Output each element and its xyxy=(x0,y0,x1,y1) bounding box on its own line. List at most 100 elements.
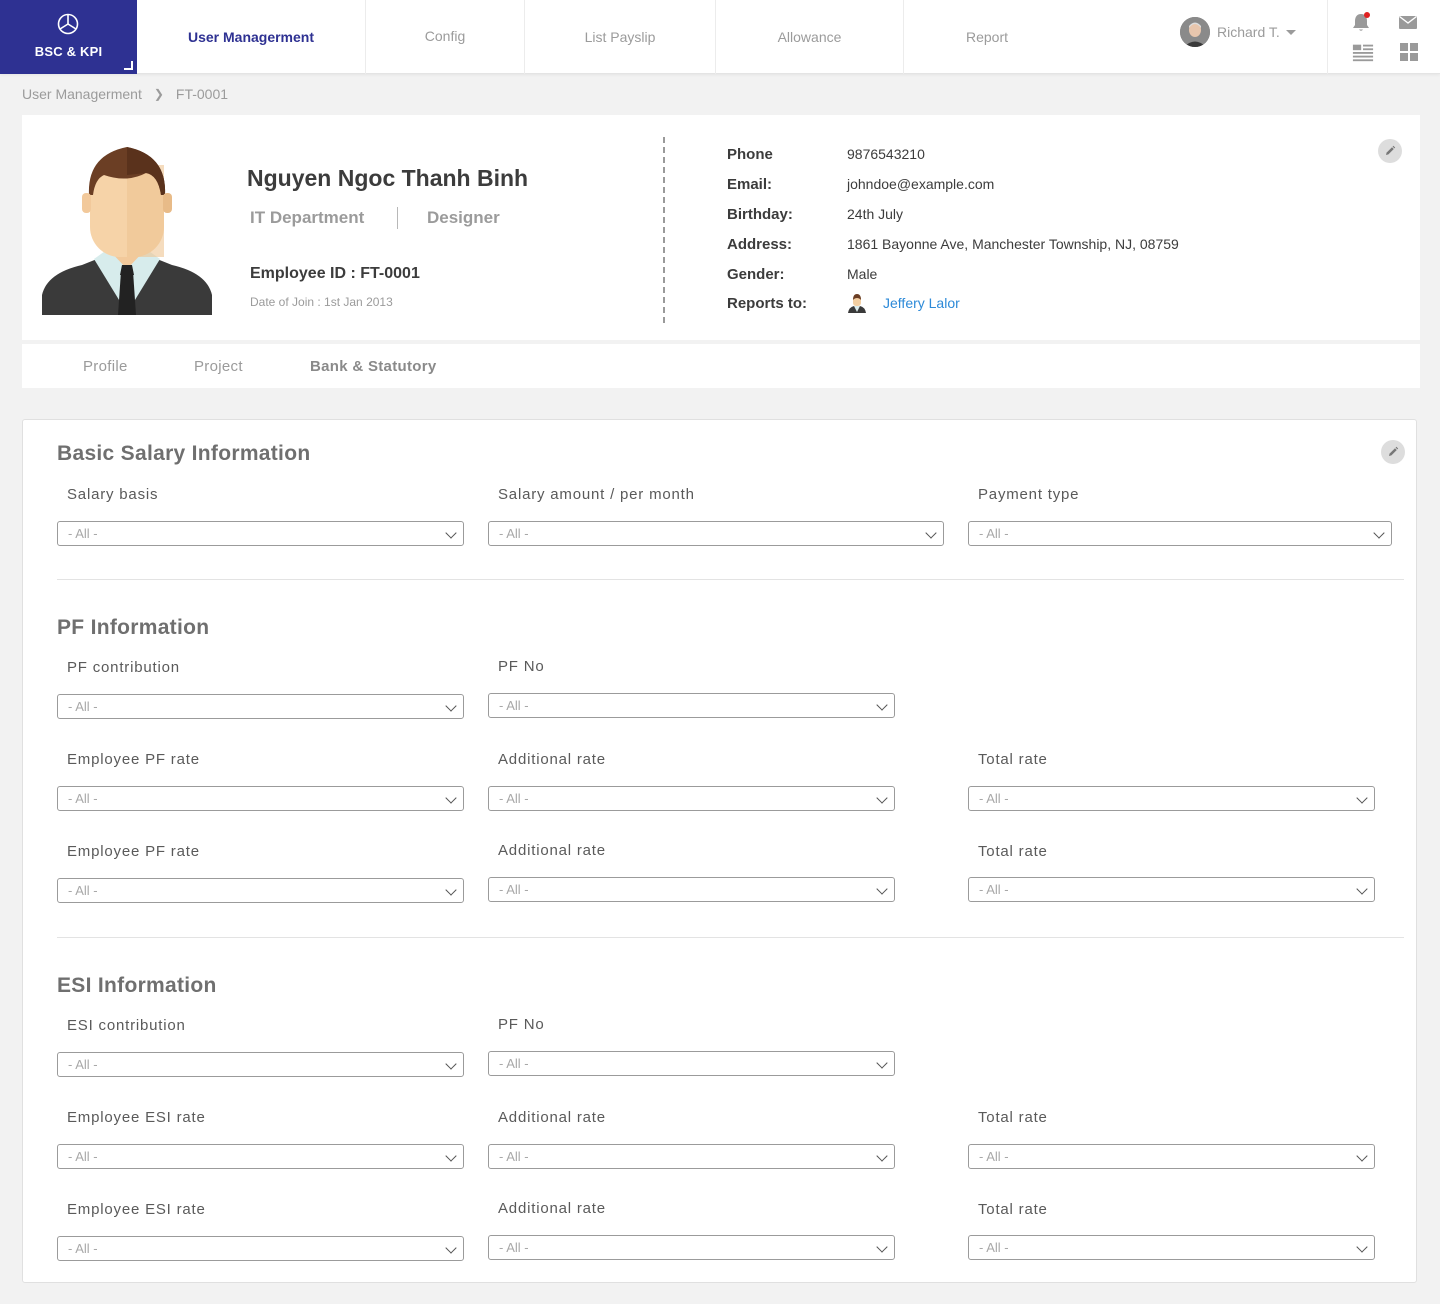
mail-icon[interactable] xyxy=(1397,11,1419,33)
chevron-down-icon xyxy=(1356,792,1368,804)
info-label: Reports to: xyxy=(727,294,807,312)
additional-rate-select[interactable]: - All - xyxy=(488,1144,895,1169)
chevron-right-icon: ❯ xyxy=(153,87,164,101)
pf-contribution-select[interactable]: - All - xyxy=(57,694,464,719)
email-value: johndoe@example.com xyxy=(847,176,995,192)
edit-profile-button[interactable] xyxy=(1378,139,1402,163)
chevron-down-icon xyxy=(876,699,888,711)
select-value: - All - xyxy=(979,1149,1009,1164)
payment-type-select[interactable]: - All - xyxy=(968,521,1392,546)
dashed-divider xyxy=(663,137,665,323)
employee-pf-rate-select[interactable]: - All - xyxy=(57,786,464,811)
total-rate-label: Total rate xyxy=(978,1201,1048,1218)
total-rate-label: Total rate xyxy=(978,751,1048,768)
list-view-icon[interactable] xyxy=(1352,41,1374,63)
select-value: - All - xyxy=(979,1240,1009,1255)
select-value: - All - xyxy=(499,1149,529,1164)
tab-project[interactable]: Project xyxy=(194,344,243,388)
additional-rate-label: Additional rate xyxy=(498,751,606,768)
total-rate-select[interactable]: - All - xyxy=(968,786,1375,811)
select-value: - All - xyxy=(68,1057,98,1072)
tab-bank-statutory[interactable]: Bank & Statutory xyxy=(310,344,436,388)
chevron-down-icon xyxy=(1285,29,1296,35)
total-rate-select[interactable]: - All - xyxy=(968,1144,1375,1169)
employee-pf-rate-label: Employee PF rate xyxy=(67,843,200,860)
info-label: Birthday: xyxy=(727,205,793,223)
info-label: Address: xyxy=(727,235,793,253)
esi-pf-no-select[interactable]: - All - xyxy=(488,1051,895,1076)
info-email: Email: johndoe@example.com xyxy=(727,173,994,195)
salary-amount-select[interactable]: - All - xyxy=(488,521,944,546)
salary-basis-select[interactable]: - All - xyxy=(57,521,464,546)
additional-rate-select[interactable]: - All - xyxy=(488,786,895,811)
pf-no-select[interactable]: - All - xyxy=(488,693,895,718)
salary-amount-label: Salary amount / per month xyxy=(498,486,695,503)
manager-avatar xyxy=(848,294,866,313)
divider xyxy=(397,207,398,229)
brand-logo[interactable]: BSC & KPI xyxy=(0,0,137,74)
chevron-down-icon xyxy=(445,1242,457,1254)
additional-rate-select[interactable]: - All - xyxy=(488,877,895,902)
chevron-down-icon xyxy=(1356,1241,1368,1253)
chevron-down-icon xyxy=(445,792,457,804)
section-divider xyxy=(57,937,1404,938)
total-rate-label: Total rate xyxy=(978,843,1048,860)
reports-to-link[interactable]: Jeffery Lalor xyxy=(883,295,960,311)
pf-contribution-label: PF contribution xyxy=(67,659,180,676)
user-name: Richard T. xyxy=(1217,24,1280,40)
additional-rate-select[interactable]: - All - xyxy=(488,1235,895,1260)
employee-pf-rate-select[interactable]: - All - xyxy=(57,878,464,903)
chevron-down-icon xyxy=(876,792,888,804)
toolbar-divider xyxy=(1327,0,1328,74)
additional-rate-label: Additional rate xyxy=(498,1200,606,1217)
bell-icon[interactable] xyxy=(1350,11,1372,33)
employee-esi-rate-select[interactable]: - All - xyxy=(57,1236,464,1261)
nav-config[interactable]: Config xyxy=(366,0,525,74)
employee-esi-rate-label: Employee ESI rate xyxy=(67,1109,206,1126)
nav-user-management[interactable]: User Managerment xyxy=(137,0,366,74)
tab-profile[interactable]: Profile xyxy=(83,344,128,388)
edit-salary-button[interactable] xyxy=(1381,440,1405,464)
gender-value: Male xyxy=(847,266,878,282)
esi-contribution-select[interactable]: - All - xyxy=(57,1052,464,1077)
chevron-down-icon xyxy=(445,884,457,896)
esi-information-title: ESI Information xyxy=(57,974,217,997)
select-value: - All - xyxy=(499,1056,529,1071)
employee-profile-card: Nguyen Ngoc Thanh Binh IT Department Des… xyxy=(22,115,1420,340)
info-address: Address: 1861 Bayonne Ave, Manchester To… xyxy=(727,233,1179,255)
info-label: Gender: xyxy=(727,265,785,283)
employee-esi-rate-label: Employee ESI rate xyxy=(67,1201,206,1218)
employee-esi-rate-select[interactable]: - All - xyxy=(57,1144,464,1169)
esi-contribution-label: ESI contribution xyxy=(67,1017,186,1034)
employee-department: IT Department xyxy=(250,208,365,227)
user-avatar xyxy=(1180,17,1210,47)
nav-allowance[interactable]: Allowance xyxy=(716,0,904,74)
chevron-down-icon xyxy=(445,700,457,712)
select-value: - All - xyxy=(979,526,1009,541)
pf-no-label: PF No xyxy=(498,658,545,675)
chevron-down-icon xyxy=(876,1150,888,1162)
top-navigation-bar: BSC & KPI User Managerment Config List P… xyxy=(0,0,1440,74)
total-rate-select[interactable]: - All - xyxy=(968,1235,1375,1260)
select-value: - All - xyxy=(499,791,529,806)
profile-tabs: Profile Project Bank & Statutory xyxy=(22,344,1420,388)
chevron-down-icon xyxy=(1373,527,1385,539)
select-value: - All - xyxy=(68,1149,98,1164)
salary-basis-label: Salary basis xyxy=(67,486,159,503)
breadcrumb-user-management[interactable]: User Managerment xyxy=(22,86,142,102)
employee-id: Employee ID : FT-0001 xyxy=(250,265,420,282)
pencil-icon xyxy=(1389,446,1399,456)
chevron-down-icon xyxy=(876,883,888,895)
basic-salary-title: Basic Salary Information xyxy=(57,442,311,465)
brand-name: BSC & KPI xyxy=(34,44,103,59)
nav-list-payslip[interactable]: List Payslip xyxy=(525,0,716,74)
user-menu[interactable]: Richard T. xyxy=(1180,17,1296,47)
grid-view-icon[interactable] xyxy=(1398,41,1420,63)
nav-report[interactable]: Report xyxy=(904,0,1070,74)
total-rate-select[interactable]: - All - xyxy=(968,877,1375,902)
employee-role: Designer xyxy=(427,208,500,227)
select-value: - All - xyxy=(68,699,98,714)
select-value: - All - xyxy=(68,883,98,898)
corner-resize-icon xyxy=(124,61,133,70)
select-value: - All - xyxy=(979,791,1009,806)
